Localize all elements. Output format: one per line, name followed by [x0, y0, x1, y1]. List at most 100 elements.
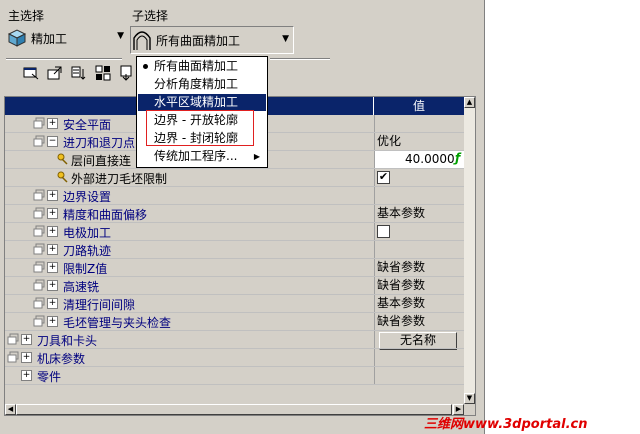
- sort-icon[interactable]: [70, 64, 88, 82]
- divider: [6, 58, 122, 60]
- vertical-scrollbar[interactable]: ▲ ▼: [464, 97, 475, 404]
- row-value: [374, 241, 464, 258]
- param-icon: [7, 351, 19, 363]
- param-icon: [33, 117, 45, 129]
- row-label: 零件: [37, 370, 62, 384]
- row-label: 安全平面: [63, 118, 112, 132]
- param-icon: [33, 243, 45, 255]
- electrode-checkbox[interactable]: [377, 225, 390, 238]
- tree-row-electrode[interactable]: + 电极加工: [5, 223, 464, 241]
- expand-icon[interactable]: +: [47, 208, 58, 219]
- expand-icon[interactable]: +: [47, 190, 58, 201]
- row-label: 高速铣: [63, 280, 100, 294]
- app-window: 主选择 子选择 精加工 ▼ 所有曲面精加工 ▼ 值 + 安全平面 − 进刀和退刀…: [0, 0, 485, 434]
- expand-icon[interactable]: +: [47, 280, 58, 291]
- param-icon: [33, 189, 45, 201]
- row-label: 刀具和卡头: [37, 334, 98, 348]
- move-down-icon[interactable]: [118, 64, 136, 82]
- param-icon: [33, 279, 45, 291]
- surface-finish-icon: [131, 28, 153, 52]
- row-value: 缺省参数: [374, 313, 464, 330]
- param-icon: [33, 225, 45, 237]
- collapse-icon[interactable]: −: [47, 136, 58, 147]
- row-value: [374, 349, 464, 366]
- menu-item-horizontal-area[interactable]: 水平区域精加工: [138, 94, 266, 111]
- tree-row-machine[interactable]: + 机床参数: [5, 349, 464, 367]
- row-value: 优化: [374, 133, 464, 150]
- expand-icon[interactable]: +: [21, 352, 32, 363]
- expand-icon[interactable]: +: [47, 262, 58, 273]
- tree-header-value: 值: [374, 97, 464, 115]
- param-icon: [33, 135, 45, 147]
- row-value: 缺省参数: [374, 259, 464, 276]
- row-value: [374, 367, 464, 384]
- chevron-down-icon[interactable]: ▼: [282, 34, 289, 44]
- stock-limit-checkbox[interactable]: ✔: [377, 171, 390, 184]
- horizontal-scrollbar[interactable]: ◀ ▶: [5, 404, 464, 415]
- row-value: [374, 115, 464, 132]
- tree-row-high-speed[interactable]: + 高速铣 缺省参数: [5, 277, 464, 295]
- row-label: 外部进刀毛坯限制: [71, 172, 168, 186]
- expand-icon[interactable]: +: [47, 244, 58, 255]
- cube-icon: [6, 28, 28, 48]
- scroll-up-icon[interactable]: ▲: [464, 97, 475, 108]
- row-label: 边界设置: [63, 190, 112, 204]
- row-value: 40.0000: [405, 152, 455, 166]
- row-value: 基本参数: [374, 205, 464, 222]
- row-label: 精度和曲面偏移: [63, 208, 148, 222]
- row-label: 刀路轨迹: [63, 244, 112, 258]
- tree-row-tool-holder[interactable]: + 刀具和卡头 无名称: [5, 331, 464, 350]
- tree-row-cleanup[interactable]: + 清理行间间隙 基本参数: [5, 295, 464, 313]
- scroll-left-icon[interactable]: ◀: [5, 404, 16, 415]
- main-combo-value: 精加工: [31, 31, 68, 46]
- row-value: 基本参数: [374, 295, 464, 312]
- key-icon: [57, 153, 69, 165]
- pointer-window-icon[interactable]: [22, 64, 40, 82]
- param-icon: [7, 333, 19, 345]
- row-label: 进刀和退刀点: [63, 136, 136, 150]
- scroll-down-icon[interactable]: ▼: [464, 393, 475, 404]
- main-select-label: 主选择: [8, 9, 45, 23]
- row-label: 清理行间间隙: [63, 298, 136, 312]
- sub-select-combo[interactable]: 所有曲面精加工 ▼: [130, 26, 294, 54]
- menu-item-all-surface[interactable]: 所有曲面精加工: [138, 58, 266, 75]
- key-icon: [57, 171, 69, 183]
- tree-row-stock-mgmt[interactable]: + 毛坯管理与夹头检查 缺省参数: [5, 313, 464, 331]
- expand-icon[interactable]: +: [47, 226, 58, 237]
- highlight-box: [146, 110, 254, 146]
- sub-select-label: 子选择: [132, 9, 169, 23]
- tree-row-boundary[interactable]: + 边界设置: [5, 187, 464, 205]
- menu-item-legacy[interactable]: 传统加工程序... ▶: [138, 148, 266, 165]
- row-value: 缺省参数: [374, 277, 464, 294]
- watermark: 三维网www.3dportal.cn: [424, 417, 588, 432]
- row-label: 限制Z值: [63, 262, 108, 276]
- param-icon: [33, 261, 45, 273]
- tree-row-stock-limit[interactable]: 外部进刀毛坯限制 ✔: [5, 169, 464, 187]
- scroll-thumb[interactable]: [16, 404, 452, 415]
- main-select-combo[interactable]: 精加工 ▼: [6, 27, 128, 49]
- expand-icon[interactable]: +: [47, 298, 58, 309]
- tree-row-tolerance[interactable]: + 精度和曲面偏移 基本参数: [5, 205, 464, 223]
- tree-row-limit-z[interactable]: + 限制Z值 缺省参数: [5, 259, 464, 277]
- row-label: 电极加工: [63, 226, 112, 240]
- row-label: 层间直接连: [71, 154, 132, 168]
- tree-row-part[interactable]: + 零件: [5, 367, 464, 385]
- function-icon[interactable]: ƒ: [455, 151, 460, 165]
- tree-row-toolpath[interactable]: + 刀路轨迹: [5, 241, 464, 259]
- export-icon[interactable]: [46, 64, 64, 82]
- expand-icon[interactable]: +: [47, 316, 58, 327]
- row-label: 机床参数: [37, 352, 86, 366]
- row-label: 毛坯管理与夹头检查: [63, 316, 172, 330]
- divider: [270, 58, 330, 60]
- expand-icon[interactable]: +: [47, 118, 58, 129]
- sub-combo-value: 所有曲面精加工: [156, 33, 241, 48]
- chevron-down-icon[interactable]: ▼: [117, 31, 124, 41]
- expand-icon[interactable]: +: [21, 370, 32, 381]
- expand-icon[interactable]: +: [21, 334, 32, 345]
- menu-item-angle-analysis[interactable]: 分析角度精加工: [138, 76, 266, 93]
- row-value: [374, 187, 464, 204]
- param-icon: [33, 207, 45, 219]
- param-icon: [33, 315, 45, 327]
- layout-icon[interactable]: [94, 64, 112, 82]
- param-icon: [33, 297, 45, 309]
